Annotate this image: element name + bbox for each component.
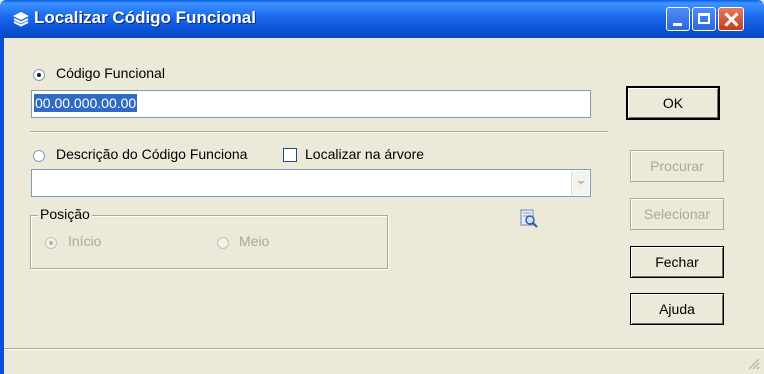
fechar-button[interactable]: Fechar bbox=[630, 246, 724, 278]
selecionar-button-label: Selecionar bbox=[643, 206, 711, 222]
localizar-arvore-checkbox[interactable] bbox=[283, 148, 297, 162]
maximize-button[interactable] bbox=[692, 7, 716, 31]
minimize-button[interactable] bbox=[666, 7, 690, 31]
resize-grip-icon[interactable] bbox=[746, 356, 760, 370]
fechar-button-label: Fechar bbox=[655, 254, 699, 270]
meio-label: Meio bbox=[239, 233, 270, 249]
ajuda-button-label: Ajuda bbox=[659, 301, 695, 317]
selecionar-button[interactable]: Selecionar bbox=[630, 198, 724, 230]
ajuda-button[interactable]: Ajuda bbox=[630, 293, 724, 325]
section-divider bbox=[30, 131, 608, 133]
meio-radio[interactable] bbox=[217, 237, 229, 249]
title-bar[interactable]: Localizar Código Funcional bbox=[0, 0, 764, 38]
window-title: Localizar Código Funcional bbox=[34, 8, 256, 27]
descricao-radio[interactable] bbox=[33, 150, 45, 162]
procurar-button[interactable]: Procurar bbox=[630, 150, 724, 182]
descricao-label: Descrição do Código Funciona bbox=[56, 146, 248, 162]
posicao-group-title: Posição bbox=[38, 206, 92, 222]
codigo-funcional-input[interactable]: 00.00.000.00.00 bbox=[31, 90, 591, 118]
codigo-funcional-value: 00.00.000.00.00 bbox=[34, 94, 138, 112]
window-frame-left bbox=[0, 38, 4, 374]
localizar-arvore-label: Localizar na árvore bbox=[305, 146, 425, 162]
ok-button[interactable]: OK bbox=[626, 86, 720, 120]
codigo-funcional-radio[interactable] bbox=[33, 69, 45, 81]
descricao-combo[interactable] bbox=[31, 169, 591, 197]
status-bar-divider bbox=[4, 348, 764, 350]
ok-button-label: OK bbox=[662, 95, 684, 111]
close-button[interactable] bbox=[718, 7, 744, 31]
search-icon[interactable] bbox=[519, 209, 539, 229]
combo-dropdown-arrow[interactable] bbox=[571, 171, 589, 195]
codigo-funcional-label: Código Funcional bbox=[56, 65, 165, 81]
dialog-window: Localizar Código Funcional Código Funcio… bbox=[0, 0, 764, 374]
inicio-radio[interactable] bbox=[45, 237, 57, 249]
app-stack-icon bbox=[13, 12, 29, 27]
inicio-label: Início bbox=[68, 233, 102, 249]
procurar-button-label: Procurar bbox=[650, 158, 704, 174]
